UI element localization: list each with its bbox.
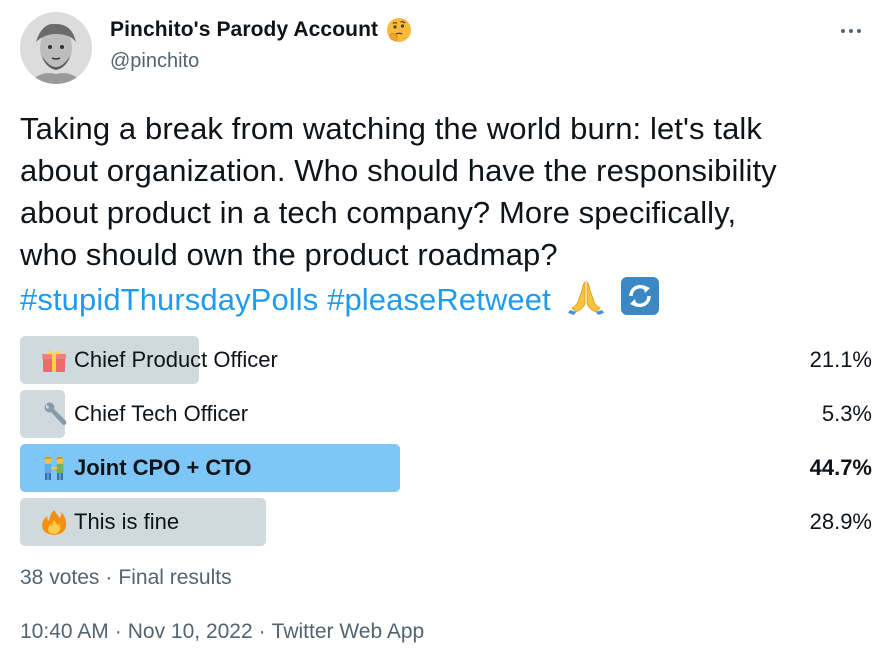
- gift-icon: [40, 346, 68, 374]
- poll-option-text: Joint CPO + CTO: [74, 455, 252, 480]
- tweet-text-line: who should own the product roadmap?: [20, 237, 558, 272]
- poll-option-percent: 28.9%: [809, 509, 872, 534]
- hashtag-link[interactable]: #pleaseRetweet: [327, 282, 551, 317]
- thinking-face-icon: [386, 17, 412, 43]
- author-name-row: Pinchito's Parody Account: [110, 17, 412, 43]
- more-dot-icon: [856, 28, 862, 34]
- author-handle[interactable]: @pinchito: [110, 50, 199, 73]
- more-options-button[interactable]: [834, 14, 868, 48]
- poll: Chief Product Officer 21.1% Chief Tech O…: [20, 336, 872, 552]
- tweet-text-line: about product in a tech company? More sp…: [20, 195, 737, 230]
- tweet-meta: 10:40 AM · Nov 10, 2022 · Twitter Web App: [20, 620, 424, 644]
- tweet-date-link[interactable]: Nov 10, 2022: [128, 620, 253, 643]
- poll-option-label: This is fine: [40, 498, 179, 546]
- tweet-hashtag-line: #stupidThursdayPolls #pleaseRetweet: [20, 276, 880, 321]
- poll-option-text: Chief Tech Officer: [74, 401, 249, 426]
- separator: ·: [258, 620, 266, 643]
- more-dot-icon: [840, 28, 846, 34]
- repeat-arrows-icon: [620, 276, 660, 316]
- poll-option: Chief Tech Officer 5.3%: [20, 390, 872, 438]
- avatar-sketch-image: [20, 12, 92, 84]
- poll-option-percent: 5.3%: [821, 401, 872, 426]
- poll-option-label: Joint CPO + CTO: [40, 444, 251, 492]
- tweet-text: Taking a break from watching the world b…: [20, 108, 880, 321]
- fire-icon: [40, 508, 68, 536]
- poll-option-label: Chief Product Officer: [40, 336, 278, 384]
- wrench-icon: [40, 400, 68, 428]
- poll-status: Final results: [118, 566, 232, 589]
- tweet-text-line: about organization. Who should have the …: [20, 153, 777, 188]
- more-dot-icon: [848, 28, 854, 34]
- hashtag-link[interactable]: #stupidThursdayPolls: [20, 282, 318, 317]
- poll-option-percent: 44.7%: [809, 455, 872, 480]
- poll-vote-count: 38 votes: [20, 566, 100, 589]
- poll-option: Joint CPO + CTO 44.7%: [20, 444, 872, 492]
- poll-option-text: This is fine: [74, 509, 180, 534]
- avatar[interactable]: [20, 12, 92, 84]
- tweet-time-link[interactable]: 10:40 AM: [20, 620, 109, 643]
- tweet: Pinchito's Parody Account @pinchito Taki…: [0, 0, 896, 665]
- tweet-source: Twitter Web App: [271, 620, 425, 643]
- author-display-name[interactable]: Pinchito's Parody Account: [110, 18, 378, 42]
- folded-hands-icon: [566, 276, 606, 316]
- poll-option: Chief Product Officer 21.1%: [20, 336, 872, 384]
- poll-option: This is fine 28.9%: [20, 498, 872, 546]
- separator: ·: [105, 566, 113, 589]
- poll-summary: 38 votes · Final results: [20, 566, 232, 590]
- poll-option-text: Chief Product Officer: [74, 347, 278, 372]
- separator: ·: [114, 620, 122, 643]
- tweet-text-line: Taking a break from watching the world b…: [20, 111, 762, 146]
- poll-option-label: Chief Tech Officer: [40, 390, 248, 438]
- poll-option-percent: 21.1%: [809, 347, 872, 372]
- two-people-icon: [40, 454, 68, 482]
